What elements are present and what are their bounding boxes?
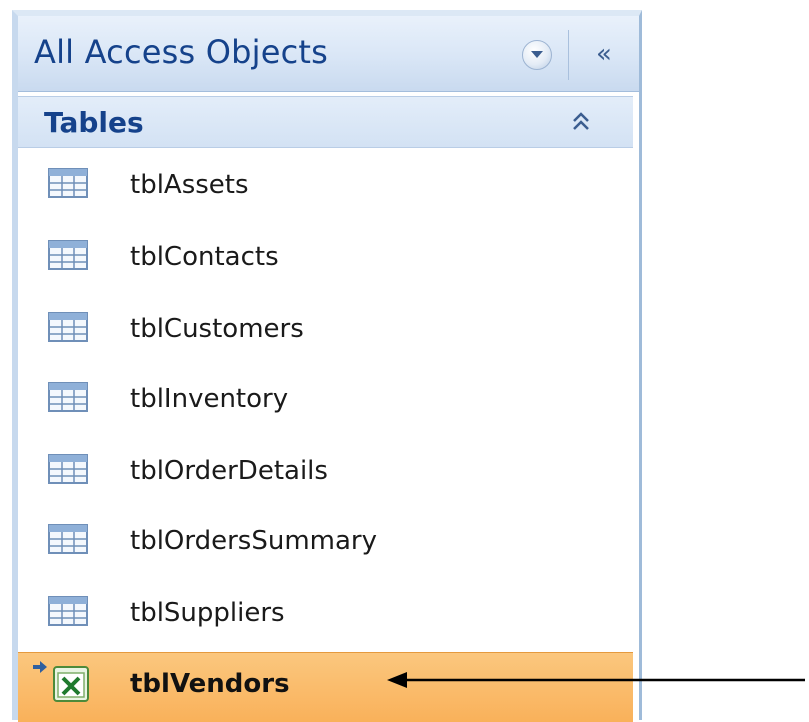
link-arrow-icon <box>33 661 47 673</box>
list-item[interactable]: tblSuppliers <box>18 584 633 650</box>
table-icon <box>48 312 88 342</box>
table-icon <box>48 382 88 412</box>
list-item-label: tblOrderDetails <box>130 456 328 486</box>
collapse-pane-button[interactable]: « <box>580 34 628 74</box>
excel-linked-table-icon <box>53 666 89 702</box>
table-icon <box>48 454 88 484</box>
list-item-label: tblSuppliers <box>130 598 285 628</box>
list-item[interactable]: tblContacts <box>18 228 633 294</box>
table-icon <box>48 596 88 626</box>
list-item[interactable]: tblOrdersSummary <box>18 512 633 578</box>
double-chevron-up-icon[interactable] <box>566 107 596 137</box>
pane-title[interactable]: All Access Objects <box>34 33 328 71</box>
group-header-tables[interactable]: Tables <box>18 96 633 148</box>
list-item[interactable]: tblAssets <box>18 156 633 222</box>
list-item[interactable]: tblCustomers <box>18 300 633 366</box>
list-item-label: tblInventory <box>130 384 289 414</box>
list-item-label: tblCustomers <box>130 314 304 344</box>
list-item[interactable]: tblInventory <box>18 370 633 436</box>
list-item-label: tblAssets <box>130 170 249 200</box>
navigation-pane: All Access Objects « Tables tblAssets tb… <box>12 10 642 722</box>
chevron-down-icon <box>531 51 543 58</box>
table-icon <box>48 240 88 270</box>
list-item[interactable]: tblOrderDetails <box>18 442 633 508</box>
group-label: Tables <box>44 106 144 139</box>
pane-header: All Access Objects « <box>18 16 639 92</box>
table-icon <box>48 168 88 198</box>
table-icon <box>48 524 88 554</box>
list-item-label: tblVendors <box>130 669 290 699</box>
callout-arrow-icon <box>387 672 805 688</box>
list-item-label: tblOrdersSummary <box>130 526 377 556</box>
list-item-label: tblContacts <box>130 242 279 272</box>
category-dropdown-button[interactable] <box>522 40 552 70</box>
header-divider <box>568 30 569 80</box>
